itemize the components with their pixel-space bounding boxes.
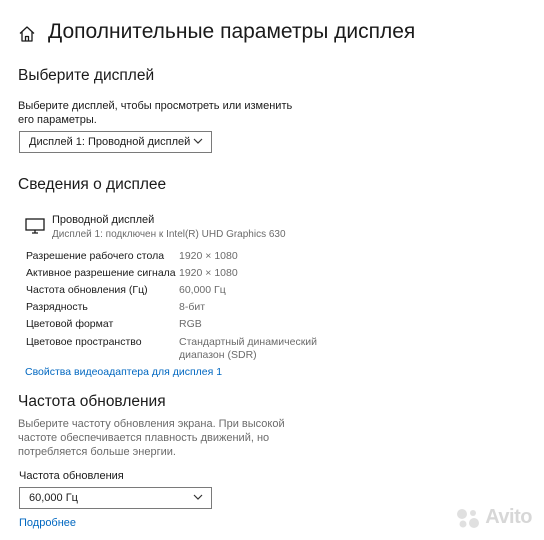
- monitor-name: Проводной дисплей: [52, 214, 155, 226]
- monitor-icon: [25, 218, 45, 234]
- select-display-heading: Выберите дисплей: [18, 67, 155, 84]
- learn-more-link[interactable]: Подробнее: [19, 517, 76, 529]
- monitor-subtitle: Дисплей 1: подключен к Intel(R) UHD Grap…: [52, 229, 286, 240]
- info-label-bit-depth: Разрядность: [26, 301, 88, 313]
- display-select-value: Дисплей 1: Проводной дисплей: [29, 136, 191, 148]
- home-icon[interactable]: [18, 25, 36, 43]
- info-label-color-space: Цветовое пространство: [26, 336, 142, 348]
- adapter-properties-link[interactable]: Свойства видеоадаптера для дисплея 1: [25, 366, 222, 378]
- info-label-desktop-resolution: Разрешение рабочего стола: [26, 250, 165, 262]
- info-label-color-format: Цветовой формат: [26, 318, 114, 330]
- info-label-refresh-rate: Частота обновления (Гц): [26, 284, 148, 296]
- avito-watermark: Avito: [455, 506, 532, 529]
- info-value-desktop-resolution: 1920 × 1080: [179, 250, 238, 262]
- chevron-down-icon: [193, 494, 203, 500]
- info-value-active-resolution: 1920 × 1080: [179, 267, 238, 279]
- display-select-dropdown[interactable]: Дисплей 1: Проводной дисплей: [19, 131, 212, 153]
- info-value-bit-depth: 8-бит: [179, 301, 206, 313]
- select-display-description: Выберите дисплей, чтобы просмотреть или …: [18, 100, 293, 126]
- refresh-rate-heading: Частота обновления: [18, 393, 166, 410]
- watermark-text: Avito: [485, 506, 532, 528]
- info-label-active-resolution: Активное разрешение сигнала: [26, 267, 176, 279]
- info-value-color-space: Стандартный динамический диапазон (SDR): [179, 336, 318, 361]
- info-value-refresh-rate: 60,000 Гц: [179, 284, 226, 296]
- info-value-color-format: RGB: [179, 318, 202, 330]
- refresh-rate-field-label: Частота обновления: [19, 470, 124, 482]
- avito-logo-icon: [457, 508, 480, 528]
- page-title: Дополнительные параметры дисплея: [48, 20, 416, 43]
- chevron-down-icon: [193, 138, 203, 144]
- display-info-heading: Сведения о дисплее: [18, 176, 167, 193]
- refresh-rate-description: Выберите частоту обновления экрана. При …: [18, 418, 285, 458]
- refresh-rate-value: 60,000 Гц: [29, 492, 78, 504]
- refresh-rate-dropdown[interactable]: 60,000 Гц: [19, 487, 212, 509]
